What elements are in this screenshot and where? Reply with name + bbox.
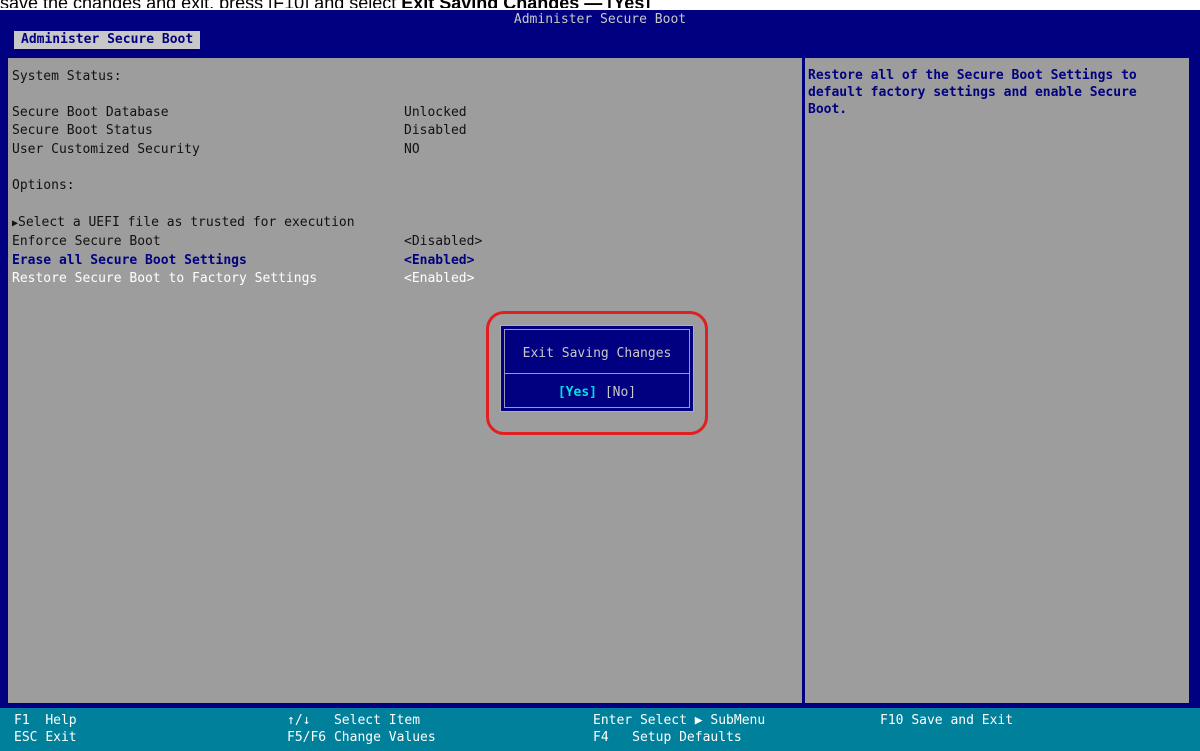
- option-erase-secure-boot-settings[interactable]: Erase all Secure Boot Settings <Enabled>: [12, 252, 792, 270]
- option-label: Select a UEFI file as trusted for execut…: [18, 215, 355, 230]
- tab-administer-secure-boot[interactable]: Administer Secure Boot: [14, 31, 201, 49]
- exit-saving-dialog: Exit Saving Changes [Yes] [No]: [500, 325, 694, 412]
- footer-key-setup-defaults: F4 Setup Defaults: [593, 730, 742, 745]
- dialog-divider: [505, 373, 689, 374]
- yes-button[interactable]: [Yes]: [558, 385, 597, 400]
- caption-text: save the changes and exit, press [F10] a…: [0, 0, 401, 8]
- page-title: Administer Secure Boot: [513, 12, 687, 27]
- help-text: Restore all of the Secure Boot Settings …: [808, 68, 1137, 117]
- status-heading: System Status:: [12, 69, 122, 84]
- status-value: Disabled: [404, 123, 467, 138]
- option-label: Restore Secure Boot to Factory Settings: [12, 271, 318, 286]
- status-label: Secure Boot Database: [12, 105, 169, 120]
- footer-key-change-values: F5/F6 Change Values: [287, 730, 436, 745]
- option-label: Erase all Secure Boot Settings: [12, 253, 247, 268]
- status-row-secure-boot-database: Secure Boot Database Unlocked: [12, 104, 792, 122]
- option-restore-factory-settings[interactable]: Restore Secure Boot to Factory Settings …: [12, 270, 792, 288]
- footer-key-help: F1 Help: [14, 713, 77, 728]
- option-select-uefi-file[interactable]: ▶Select a UEFI file as trusted for execu…: [12, 214, 792, 232]
- option-value[interactable]: <Enabled>: [404, 252, 474, 270]
- dialog-title: Exit Saving Changes: [522, 346, 672, 361]
- dialog-buttons: [Yes] [No]: [505, 385, 689, 401]
- bios-title-bar: Administer Secure Boot: [0, 10, 1200, 30]
- caption-bold-text: Exit Saving Changes — [Yes]: [401, 0, 650, 8]
- instruction-caption: save the changes and exit, press [F10] a…: [0, 0, 1200, 8]
- status-label: Secure Boot Status: [12, 123, 153, 138]
- key-legend-footer: F1 Help ESC Exit ↑/↓ Select Item F5/F6 C…: [0, 708, 1200, 751]
- dialog-border: Exit Saving Changes [Yes] [No]: [504, 329, 690, 408]
- tab-bar: Administer Secure Boot: [0, 30, 1200, 50]
- no-button[interactable]: [No]: [605, 385, 636, 400]
- footer-key-save-exit: F10 Save and Exit: [880, 713, 1014, 728]
- footer-key-exit: ESC Exit: [14, 730, 77, 745]
- option-value[interactable]: <Disabled>: [404, 233, 482, 251]
- option-value[interactable]: <Enabled>: [404, 270, 474, 288]
- footer-key-submenu: Enter Select ▶ SubMenu: [593, 713, 766, 728]
- option-enforce-secure-boot[interactable]: Enforce Secure Boot <Disabled>: [12, 233, 792, 251]
- options-heading: Options:: [12, 178, 75, 193]
- status-row-secure-boot-status: Secure Boot Status Disabled: [12, 122, 792, 140]
- footer-key-select-item: ↑/↓ Select Item: [287, 713, 421, 728]
- status-row-user-customized-security: User Customized Security NO: [12, 141, 792, 159]
- status-value: NO: [404, 142, 420, 157]
- option-label: Enforce Secure Boot: [12, 234, 161, 249]
- status-label: User Customized Security: [12, 142, 200, 157]
- status-value: Unlocked: [404, 105, 467, 120]
- help-panel: Restore all of the Secure Boot Settings …: [805, 58, 1189, 703]
